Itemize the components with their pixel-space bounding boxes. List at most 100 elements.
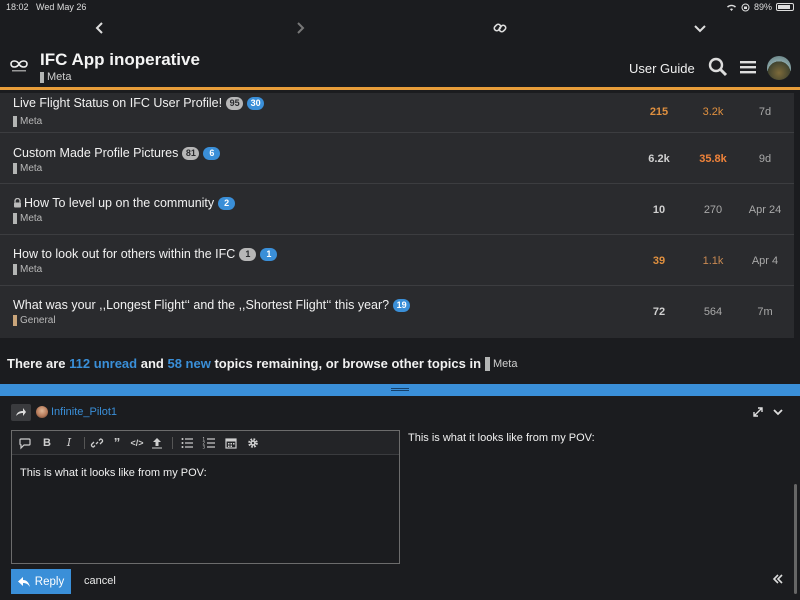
numbered-list-icon[interactable]: 123 <box>202 436 216 450</box>
category-swatch <box>13 163 17 174</box>
unread-link[interactable]: 112 unread <box>69 356 137 371</box>
topic-row-category-label: Meta <box>20 163 43 174</box>
browser-nav <box>0 14 800 42</box>
blockquote-icon[interactable]: ” <box>110 436 124 450</box>
new-badge[interactable]: 19 <box>393 298 411 312</box>
cancel-link[interactable]: cancel <box>84 575 116 587</box>
activity-time[interactable]: 7d <box>740 106 790 118</box>
table-row[interactable]: What was your ,,Longest Flight‘‘ and the… <box>0 287 794 337</box>
battery-percent: 89% <box>753 2 772 12</box>
views-count: 270 <box>703 204 723 216</box>
bold-icon[interactable]: B <box>40 436 54 450</box>
status-right: 89% <box>726 2 794 12</box>
table-row[interactable]: How to look out for others within the IF… <box>0 236 794 286</box>
current-user-avatar[interactable] <box>767 56 791 80</box>
topic-link[interactable]: How to look out for others within the IF… <box>13 247 278 261</box>
hyperlink-icon[interactable] <box>90 436 104 450</box>
topic-link[interactable]: What was your ,,Longest Flight‘‘ and the… <box>13 298 411 312</box>
topic-row-category-label: General <box>20 315 56 326</box>
reply-action-button[interactable] <box>11 404 31 421</box>
topic-link[interactable]: Live Flight Status on IFC User Profile! … <box>13 96 265 110</box>
topic-row-category[interactable]: Meta <box>13 213 42 224</box>
share-arrow-icon <box>16 408 26 416</box>
topic-link[interactable]: How To level up on the community 2 <box>13 196 236 210</box>
topic-row-title[interactable]: How to look out for others within the IF… <box>13 247 235 261</box>
status-time: 18:02 <box>6 2 29 12</box>
reply-composer: Infinite_Pilot1 B I ” </> 123 This is wh… <box>0 396 800 600</box>
topic-header: IFC App inoperative Meta User Guide <box>0 42 800 90</box>
wifi-icon <box>726 4 736 11</box>
category-swatch <box>13 116 17 127</box>
topic-row-category[interactable]: Meta <box>13 116 42 127</box>
unread-badge[interactable]: 95 <box>226 96 244 110</box>
views-count: 3.2k <box>702 106 724 118</box>
italic-icon[interactable]: I <box>62 436 76 450</box>
topic-category-label: Meta <box>47 71 72 83</box>
upload-icon[interactable] <box>150 436 164 450</box>
topic-row-title[interactable]: Live Flight Status on IFC User Profile! <box>13 96 222 110</box>
editor-textarea[interactable]: This is what it looks like from my POV: <box>20 467 207 479</box>
topic-row-title[interactable]: Custom Made Profile Pictures <box>13 146 178 160</box>
topic-category[interactable]: Meta <box>40 71 71 83</box>
table-row[interactable]: How To level up on the community 2 Meta … <box>0 185 794 235</box>
chevron-down-icon[interactable] <box>690 18 710 38</box>
toolbar-separator <box>172 437 173 449</box>
link-icon[interactable] <box>490 18 510 38</box>
quote-speech-icon[interactable] <box>18 436 32 450</box>
new-badge[interactable]: 2 <box>218 196 236 210</box>
expand-icon[interactable] <box>752 406 764 418</box>
battery-icon <box>776 3 794 11</box>
editor-toolbar: B I ” </> 123 <box>12 431 399 455</box>
collapse-preview-icon[interactable] <box>772 573 784 588</box>
topic-row-title[interactable]: How To level up on the community <box>24 196 214 210</box>
reply-to-user[interactable]: Infinite_Pilot1 <box>36 406 117 418</box>
grip-icon <box>391 388 409 391</box>
hamburger-menu-icon[interactable] <box>737 56 759 78</box>
new-badge[interactable]: 6 <box>203 146 221 160</box>
unread-badge[interactable]: 1 <box>239 247 257 261</box>
views-count: 35.8k <box>699 153 727 165</box>
table-row[interactable]: Custom Made Profile Pictures 81 6 Meta 6… <box>0 134 794 184</box>
composer-resize-handle[interactable] <box>0 384 800 396</box>
new-badge[interactable]: 1 <box>260 247 278 261</box>
unread-badge[interactable]: 81 <box>182 146 200 160</box>
new-badge[interactable]: 30 <box>247 96 265 110</box>
activity-time[interactable]: 9d <box>740 153 790 165</box>
battery-fill <box>778 5 791 9</box>
calendar-icon[interactable] <box>224 436 238 450</box>
user-guide-link[interactable]: User Guide <box>629 61 695 76</box>
replies-count: 215 <box>649 106 669 118</box>
activity-time[interactable]: 7m <box>740 306 790 318</box>
lock-rotation-icon <box>741 3 750 11</box>
reply-user-name[interactable]: Infinite_Pilot1 <box>51 406 117 418</box>
composer-scrollbar[interactable] <box>794 484 797 594</box>
topic-row-category[interactable]: Meta <box>13 264 42 275</box>
infinite-flight-logo-icon[interactable] <box>8 56 30 74</box>
suggested-topics-list: Live Flight Status on IFC User Profile! … <box>0 93 794 338</box>
topic-link[interactable]: Custom Made Profile Pictures 81 6 <box>13 146 221 160</box>
replies-count: 6.2k <box>648 153 670 165</box>
preview-pane: This is what it looks like from my POV: <box>408 432 595 444</box>
status-bar: 18:02 Wed May 26 89% <box>0 0 800 14</box>
forward-arrow-icon[interactable] <box>290 18 310 38</box>
code-icon[interactable]: </> <box>130 436 144 450</box>
bullet-list-icon[interactable] <box>180 436 194 450</box>
status-date: Wed May 26 <box>36 2 87 12</box>
category-swatch <box>40 71 44 83</box>
minimize-chevron-icon[interactable] <box>772 406 784 418</box>
activity-time[interactable]: Apr 4 <box>740 255 790 267</box>
topic-row-category[interactable]: General <box>13 315 56 326</box>
browse-category-link[interactable]: Meta <box>485 356 517 371</box>
back-arrow-icon[interactable] <box>90 18 110 38</box>
svg-text:3: 3 <box>203 445 206 450</box>
search-icon[interactable] <box>707 56 729 78</box>
topic-row-title[interactable]: What was your ,,Longest Flight‘‘ and the… <box>13 298 389 312</box>
topic-title[interactable]: IFC App inoperative <box>40 50 200 70</box>
topic-row-category[interactable]: Meta <box>13 163 42 174</box>
table-row[interactable]: Live Flight Status on IFC User Profile! … <box>0 93 794 133</box>
reply-button[interactable]: Reply <box>11 569 71 594</box>
activity-time[interactable]: Apr 24 <box>740 204 790 216</box>
remaining-suffix: topics remaining, or browse other topics… <box>214 356 482 371</box>
new-link[interactable]: 58 new <box>167 356 210 371</box>
gear-icon[interactable] <box>246 436 260 450</box>
